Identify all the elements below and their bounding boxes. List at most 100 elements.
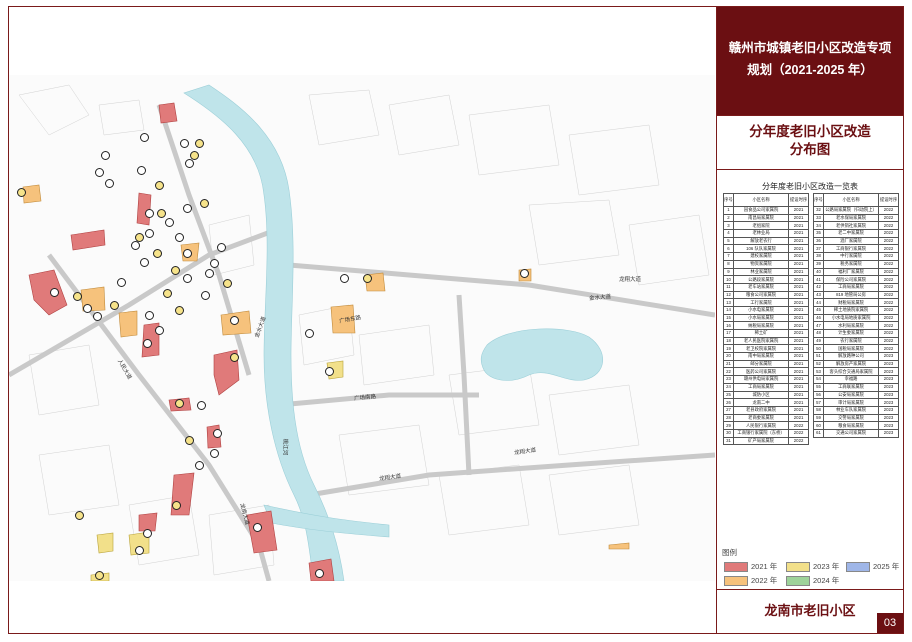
project-marker[interactable] (213, 429, 222, 438)
project-marker[interactable] (223, 279, 232, 288)
project-marker[interactable] (185, 159, 194, 168)
project-marker[interactable] (201, 291, 210, 300)
project-marker[interactable] (172, 501, 181, 510)
project-marker[interactable] (230, 353, 239, 362)
cell-no: 59 (813, 413, 824, 423)
project-marker[interactable] (140, 258, 149, 267)
project-marker[interactable] (135, 546, 144, 555)
project-marker[interactable] (520, 269, 529, 278)
project-marker[interactable] (230, 316, 239, 325)
cell-year: 2021 (788, 236, 809, 246)
project-marker[interactable] (180, 139, 189, 148)
project-marker[interactable] (93, 312, 102, 321)
cell-no: 5 (723, 236, 734, 246)
project-marker[interactable] (75, 511, 84, 520)
table-row: 38 中行家属院 2022 (813, 252, 899, 261)
project-marker[interactable] (163, 289, 172, 298)
project-marker[interactable] (195, 139, 204, 148)
project-marker[interactable] (165, 218, 174, 227)
project-marker[interactable] (143, 339, 152, 348)
project-marker[interactable] (183, 204, 192, 213)
project-marker[interactable] (17, 188, 26, 197)
table-row: 56 公安局家属院 2023 (813, 390, 899, 400)
table-row: 40 福利厂家属院 2022 (813, 267, 899, 277)
project-marker[interactable] (185, 436, 194, 445)
project-marker[interactable] (143, 529, 152, 538)
project-marker[interactable] (363, 274, 372, 283)
project-marker[interactable] (95, 168, 104, 177)
cell-no: 53 (813, 367, 824, 377)
table-row: 60 粮食局家属院 2023 (813, 421, 899, 430)
project-marker[interactable] (83, 304, 92, 313)
project-marker[interactable] (210, 259, 219, 268)
cell-no: 24 (723, 382, 734, 392)
project-marker[interactable] (153, 249, 162, 258)
cell-year: 2022 (878, 313, 899, 323)
project-marker[interactable] (175, 233, 184, 242)
project-marker[interactable] (183, 249, 192, 258)
project-marker[interactable] (117, 278, 126, 287)
cell-no: 10 (723, 275, 734, 284)
project-marker[interactable] (95, 571, 104, 580)
project-marker[interactable] (183, 274, 192, 283)
cell-no: 52 (813, 359, 824, 369)
table-row: 30 工商银行家属院（东桥） 2022 (723, 428, 809, 438)
project-marker[interactable] (175, 399, 184, 408)
cell-no: 30 (723, 428, 734, 438)
cell-year: 2021 (788, 305, 809, 315)
project-marker[interactable] (137, 166, 146, 175)
project-marker[interactable] (200, 199, 209, 208)
project-marker[interactable] (145, 209, 154, 218)
project-marker[interactable] (195, 461, 204, 470)
cell-year: 2023 (878, 421, 899, 430)
table-row: 21 邮分家属院 2021 (723, 359, 809, 369)
project-marker[interactable] (145, 311, 154, 320)
project-marker[interactable] (253, 523, 262, 532)
project-marker[interactable] (155, 326, 164, 335)
table-row: 39 税务家属院 2022 (813, 259, 899, 269)
project-marker[interactable] (210, 449, 219, 458)
project-marker[interactable] (217, 243, 226, 252)
map-canvas[interactable]: 龙翔大道 龙翔大道 广场南路 广场东路 金水大道 金水大道 桃江河 人民大道 龙南大道 龙翔大道 (9, 75, 715, 581)
cell-name: 矿产局家属院 (732, 436, 790, 446)
divider (717, 589, 903, 590)
project-marker[interactable] (205, 269, 214, 278)
cell-year: 2021 (788, 259, 809, 269)
project-marker[interactable] (157, 209, 166, 218)
cell-name: 建校家属院 (732, 252, 790, 261)
project-marker[interactable] (101, 151, 110, 160)
project-marker[interactable] (105, 179, 114, 188)
project-marker[interactable] (325, 367, 334, 376)
cell-no: 37 (813, 244, 824, 254)
cell-name: 国税局家属院 (822, 344, 880, 354)
project-marker[interactable] (305, 329, 314, 338)
cell-name: 福利厂家属院 (822, 267, 880, 277)
project-marker[interactable] (110, 301, 119, 310)
cell-no: 14 (723, 305, 734, 315)
project-marker[interactable] (315, 569, 324, 578)
cell-name: 老林业局 (732, 229, 790, 238)
table-row: 18 老人民医院家属院 2021 (723, 336, 809, 346)
project-marker[interactable] (140, 133, 149, 142)
table-row: 46 小水电局地质家属院 2022 (813, 313, 899, 323)
project-marker[interactable] (50, 288, 59, 297)
project-marker[interactable] (155, 181, 164, 190)
cell-no: 3 (723, 221, 734, 231)
project-marker[interactable] (340, 274, 349, 283)
project-marker[interactable] (73, 292, 82, 301)
project-marker[interactable] (175, 306, 184, 315)
cell-name: 小水电局地质家属院 (822, 313, 880, 323)
cell-no: 45 (813, 305, 824, 315)
project-marker[interactable] (131, 241, 140, 250)
project-marker[interactable] (145, 229, 154, 238)
cell-year: 2022 (878, 236, 899, 246)
project-marker[interactable] (171, 266, 180, 275)
cell-name: 公路段家属院 (732, 275, 790, 284)
road-label: 龙翔大道 (619, 277, 642, 283)
project-marker[interactable] (197, 401, 206, 410)
cell-year: 2022 (878, 229, 899, 238)
cell-no: 46 (813, 313, 824, 323)
cell-no: 42 (813, 282, 824, 292)
cell-name: 老水保局家属院 (822, 213, 880, 223)
cell-no: 11 (723, 282, 734, 292)
